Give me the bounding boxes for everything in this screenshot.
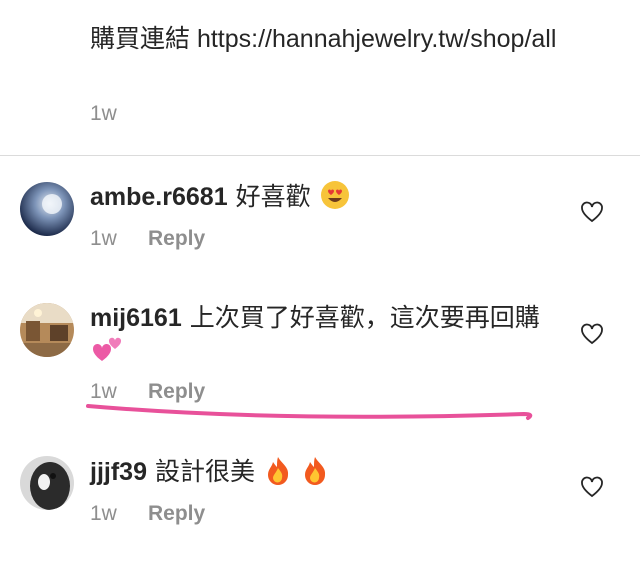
comment-text: 好喜歡 <box>235 183 311 211</box>
fire-emoji <box>264 455 292 494</box>
heart-icon[interactable] <box>580 476 604 498</box>
heart-icon[interactable] <box>580 201 604 223</box>
post-caption: 購買連結 https://hannahjewelry.tw/shop/all <box>90 25 557 53</box>
fire-emoji <box>301 455 329 494</box>
post-timestamp: 1w <box>90 102 117 125</box>
heart-eyes-emoji <box>320 180 350 219</box>
comment-username[interactable]: ambe.r6681 <box>90 183 228 211</box>
highlight-underline <box>86 404 533 420</box>
avatar[interactable] <box>20 456 74 510</box>
two-hearts-emoji <box>92 335 124 374</box>
divider <box>0 155 640 156</box>
heart-icon[interactable] <box>580 323 604 345</box>
reply-button[interactable]: Reply <box>148 502 205 525</box>
comment-timestamp: 1w <box>90 227 117 250</box>
avatar[interactable] <box>20 182 74 236</box>
comment-username[interactable]: jjjf39 <box>90 458 147 486</box>
avatar[interactable] <box>20 303 74 357</box>
comment-username[interactable]: mij6161 <box>90 304 182 332</box>
reply-button[interactable]: Reply <box>148 227 205 250</box>
comment-text: 設計很美 <box>154 458 255 486</box>
comment-timestamp: 1w <box>90 502 117 525</box>
comment-text: 上次買了好喜歡，這次要再回購 <box>189 304 540 332</box>
